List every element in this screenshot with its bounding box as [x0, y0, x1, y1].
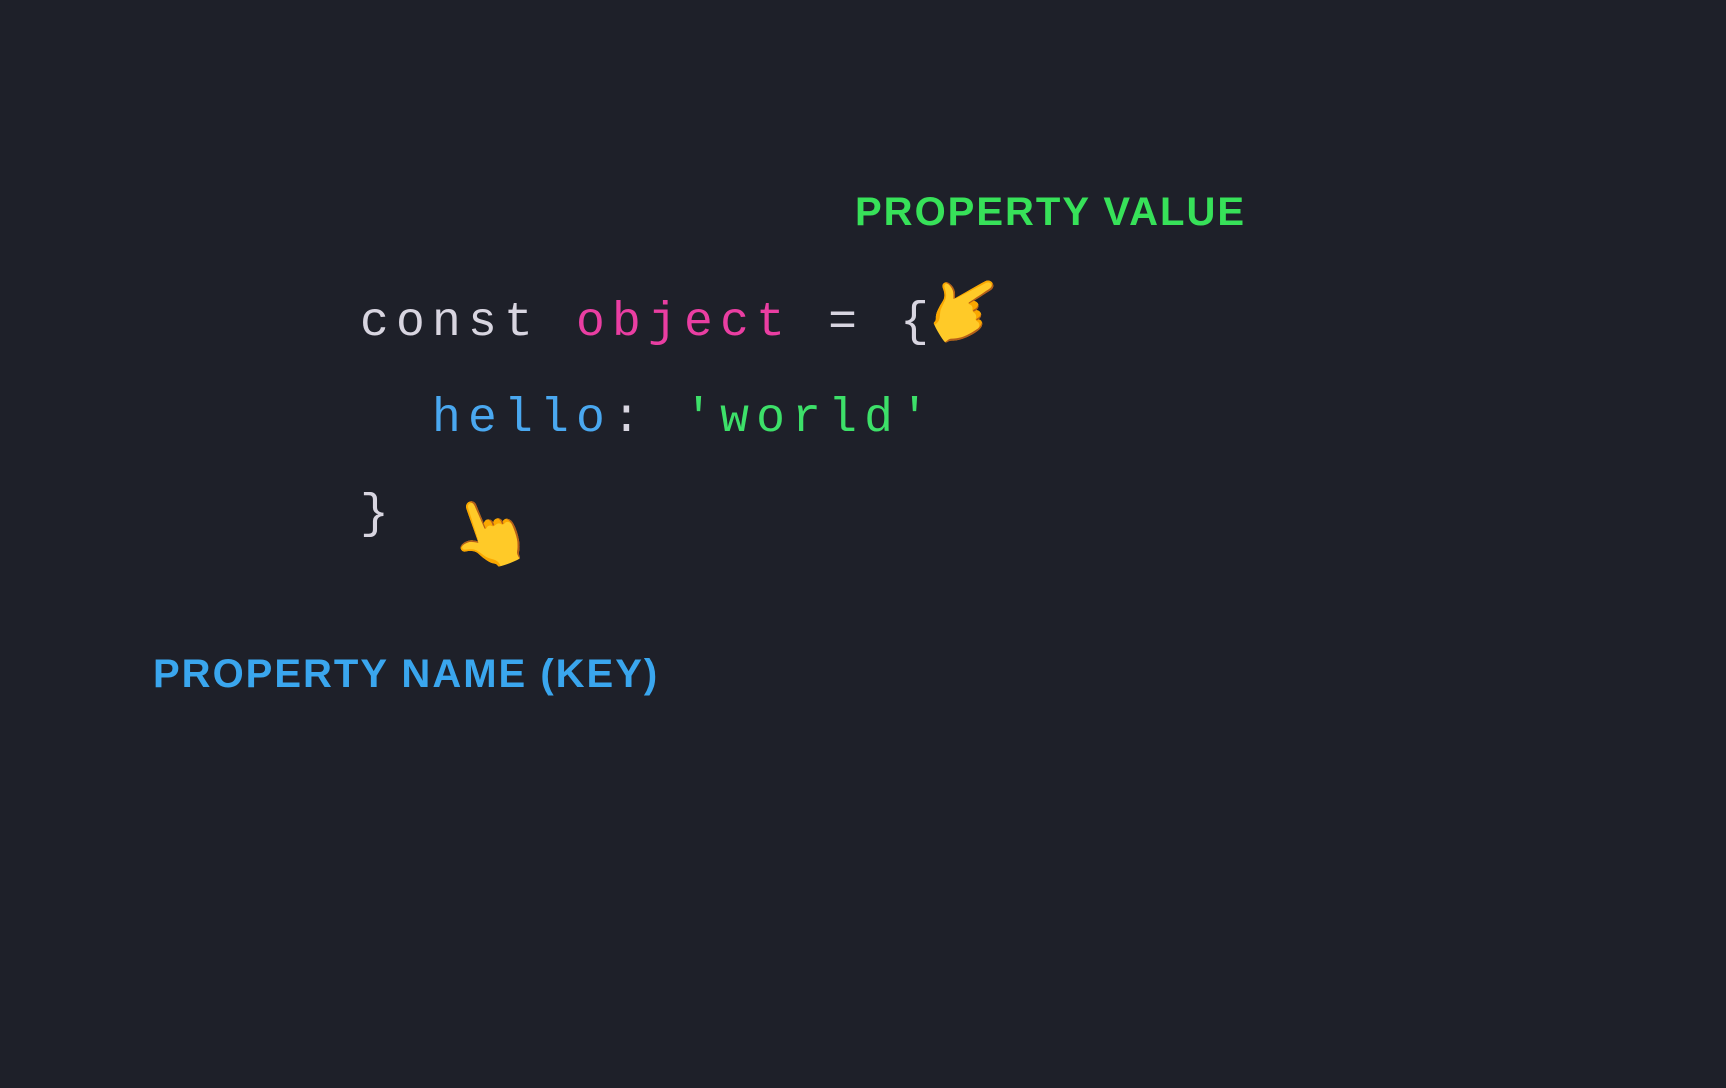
code-line-2: hello: 'world' — [360, 371, 936, 467]
label-property-value: Property Value — [855, 190, 1246, 235]
token-equals: = — [828, 296, 864, 350]
token-identifier: object — [576, 296, 792, 350]
token-colon: : — [612, 392, 648, 446]
token-const: const — [360, 296, 540, 350]
code-line-1: const object = { — [360, 275, 936, 371]
token-brace-close: } — [360, 488, 396, 542]
token-property-value: 'world' — [684, 392, 936, 446]
label-property-name: Property Name (Key) — [153, 652, 659, 697]
token-property-key: hello — [432, 392, 612, 446]
